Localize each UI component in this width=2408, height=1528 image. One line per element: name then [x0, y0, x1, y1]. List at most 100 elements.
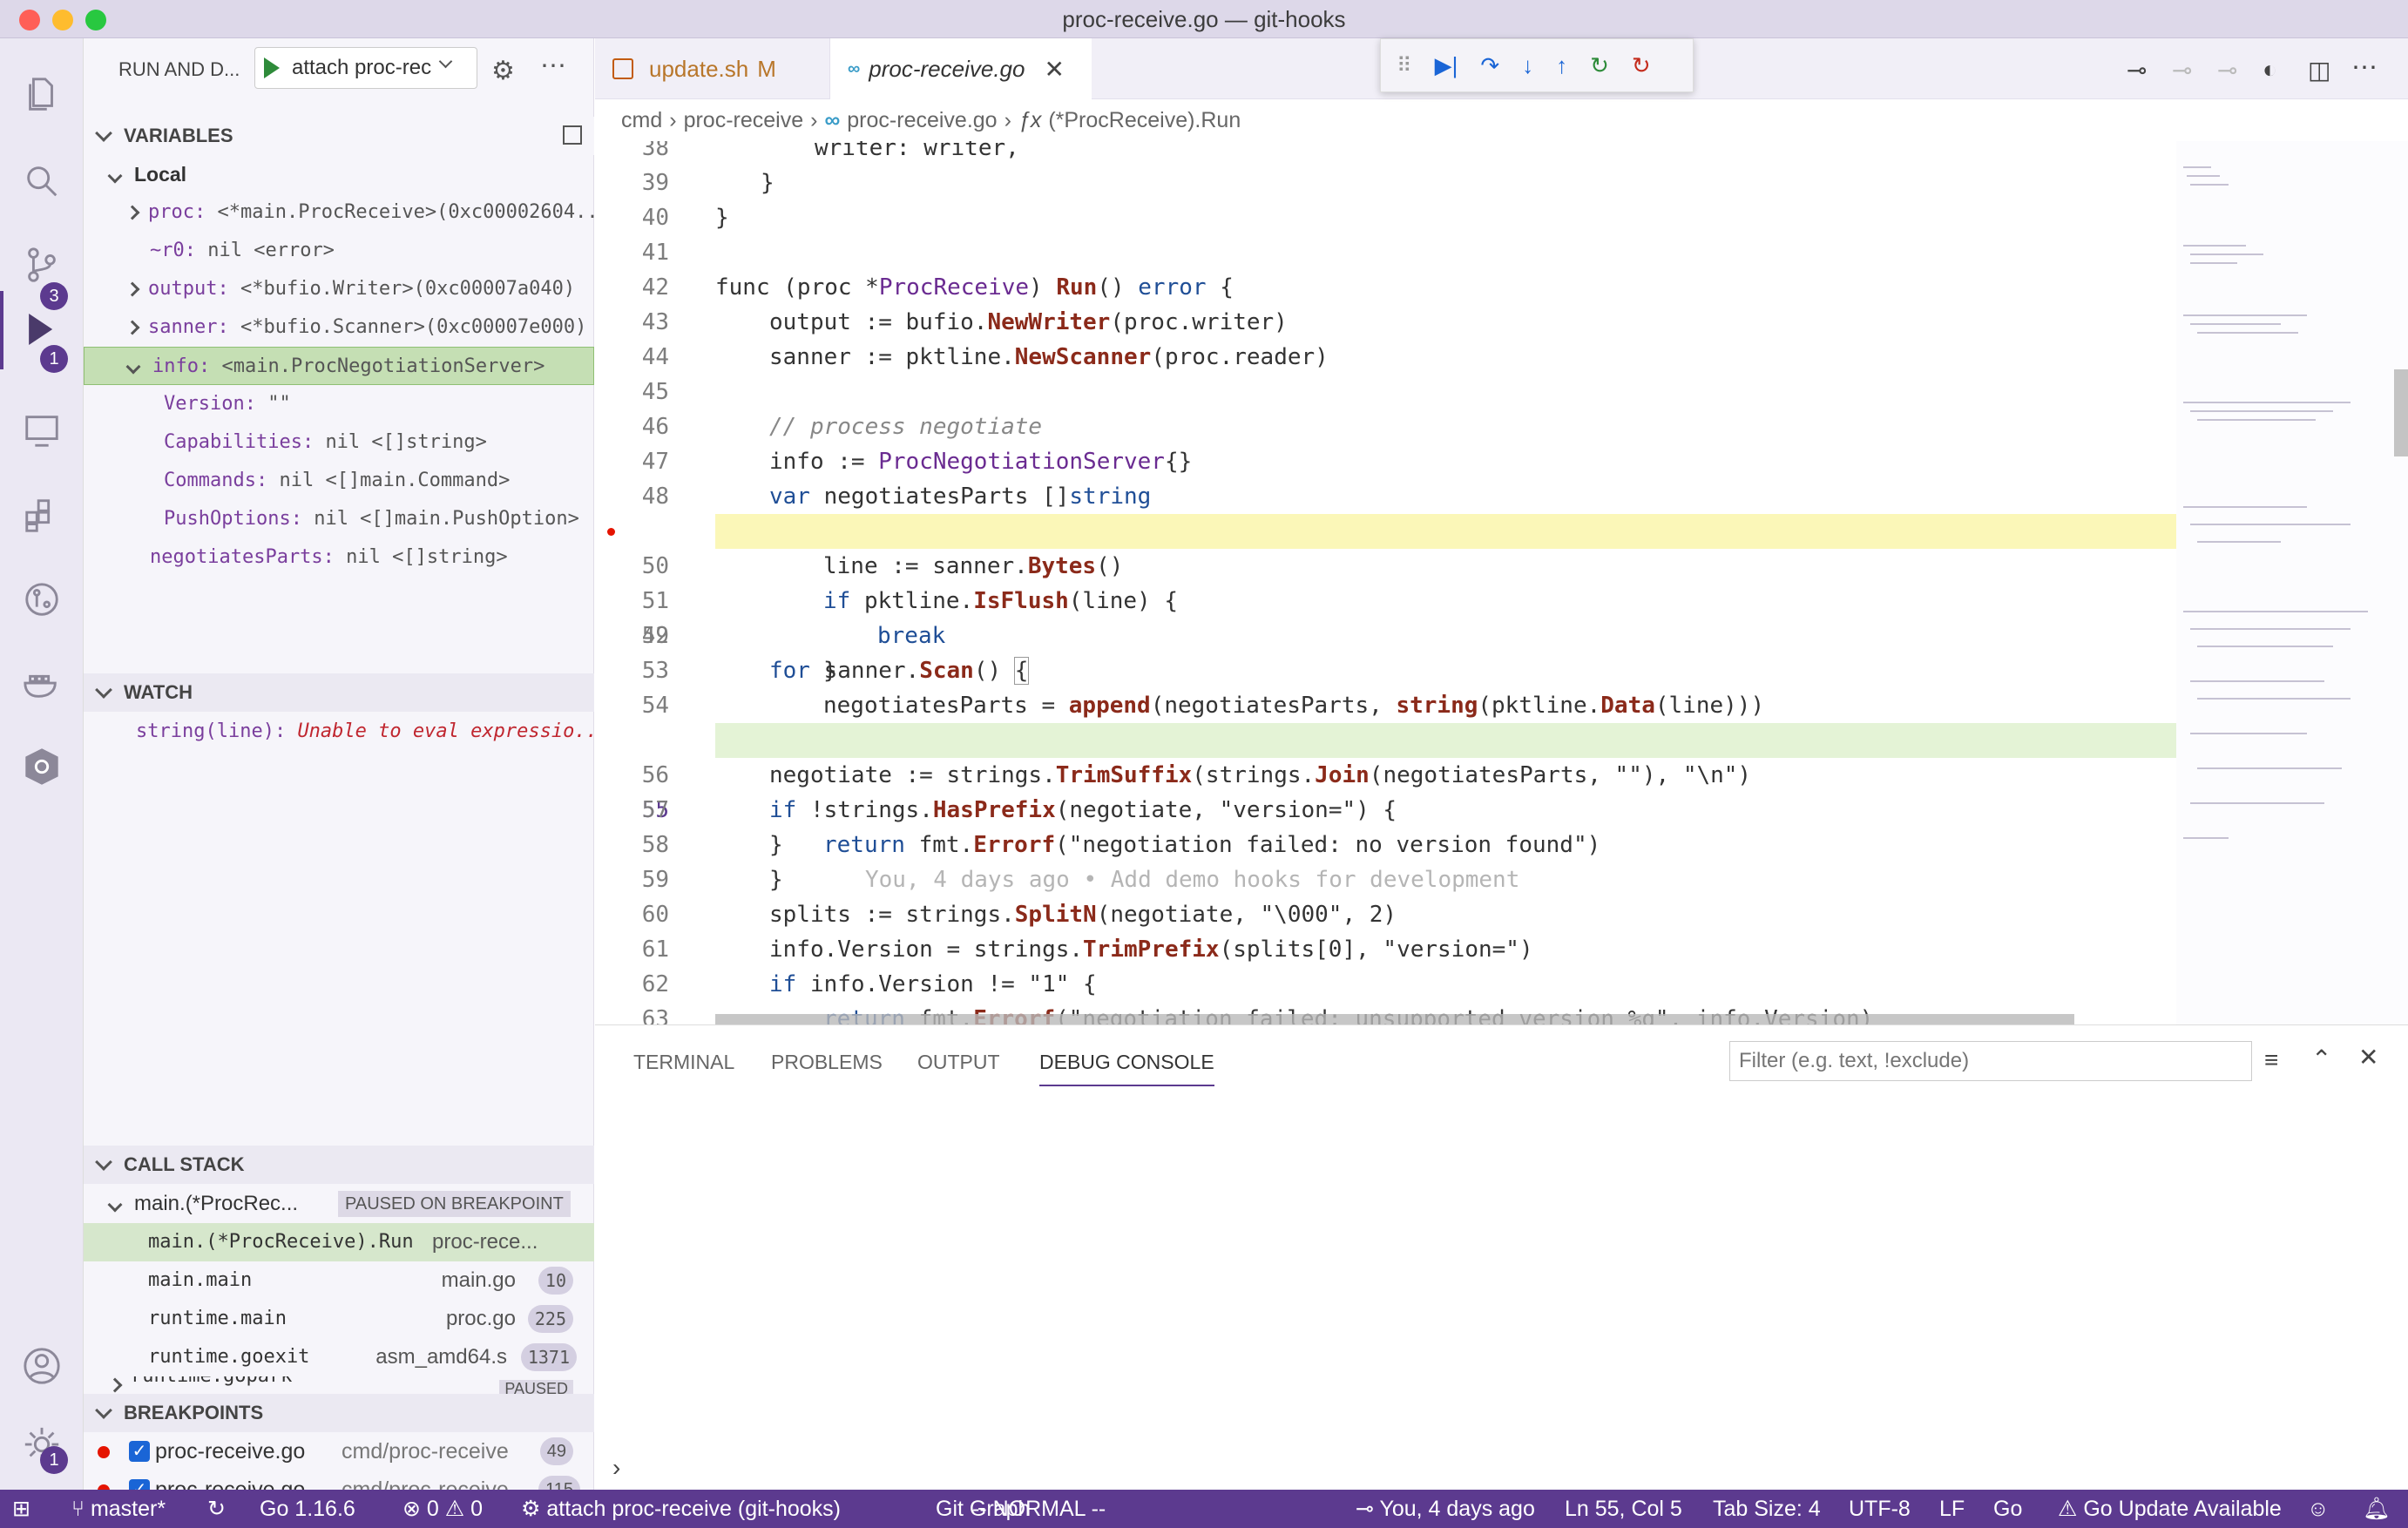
open-changes-icon[interactable]: ⊸ [2127, 56, 2147, 85]
tab-debug-console[interactable]: DEBUG CONSOLE [1039, 1038, 1214, 1086]
extensions-icon[interactable] [21, 495, 63, 537]
variable-row[interactable]: Capabilities: nil <[]string> [84, 423, 594, 462]
breakpoint-dot-icon[interactable] [607, 528, 615, 536]
debug-console-filter-input[interactable] [1729, 1041, 2252, 1081]
variable-name: Commands: [164, 470, 268, 491]
minimize-window-button[interactable] [52, 10, 73, 30]
step-out-icon[interactable]: ↑ [1556, 52, 1567, 79]
search-icon[interactable] [21, 160, 63, 202]
continue-icon[interactable]: ▶| [1435, 52, 1458, 79]
scope-local[interactable]: Local [84, 155, 594, 193]
frame-row[interactable]: runtime.goexit asm_amd64.s 1371 [84, 1338, 594, 1376]
cursor-position[interactable]: Ln 55, Col 5 [1565, 1490, 1682, 1528]
variable-row[interactable]: proc: <*main.ProcReceive>(0xc00002604... [84, 193, 594, 232]
breadcrumb-item[interactable]: proc-receive [684, 108, 804, 133]
run-debug-icon[interactable] [21, 308, 63, 350]
frame-row[interactable]: main.main main.go 10 [84, 1261, 594, 1300]
close-window-button[interactable] [19, 10, 40, 30]
breadcrumb-item[interactable]: proc-receive.go [847, 108, 997, 133]
variable-row[interactable]: negotiatesParts: nil <[]string> [84, 538, 594, 577]
close-panel-icon[interactable]: ✕ [2358, 1043, 2378, 1072]
thread-row[interactable]: main.(*ProcRec... PAUSED ON BREAKPOINT [84, 1185, 594, 1223]
step-into-icon[interactable]: ↓ [1522, 52, 1533, 79]
go-update-notice[interactable]: ⚠ Go Update Available [2058, 1490, 2282, 1528]
remote-explorer-icon[interactable] [21, 409, 63, 451]
branch-indicator[interactable]: ⑂ master* [71, 1490, 166, 1528]
kubernetes-icon[interactable] [21, 746, 63, 788]
clear-console-icon[interactable]: ≡ [2264, 1046, 2278, 1074]
line-text: info := ProcNegotiationServer{} [769, 449, 1193, 475]
sync-icon[interactable]: ↻ [207, 1490, 226, 1528]
tab-size[interactable]: Tab Size: 4 [1713, 1490, 1821, 1528]
line-ending[interactable]: LF [1939, 1490, 1965, 1528]
minimap[interactable] [2176, 141, 2408, 1024]
variable-row[interactable]: ~r0: nil <error> [84, 232, 594, 270]
explorer-icon[interactable] [21, 73, 63, 115]
split-editor-icon[interactable]: ◫ [2308, 56, 2330, 85]
next-change-icon[interactable]: ⊸ [2217, 56, 2237, 85]
variables-section-header[interactable]: VARIABLES [84, 117, 594, 155]
frame-row[interactable]: runtime.main proc.go 225 [84, 1300, 594, 1338]
frame-row-selected[interactable]: main.(*ProcReceive).Run proc-rece... [84, 1223, 594, 1261]
watch-row[interactable]: string(line): Unable to eval expressio..… [84, 713, 594, 751]
debug-session[interactable]: ⚙ attach proc-receive (git-hooks) [521, 1490, 841, 1528]
watch-section-header[interactable]: WATCH [84, 673, 594, 712]
breadcrumb-item[interactable]: (*ProcReceive).Run [1048, 108, 1241, 133]
line-text: sanner := pktline.NewScanner(proc.reader… [769, 344, 1329, 370]
close-tab-icon[interactable]: ✕ [1044, 55, 1064, 84]
account-icon[interactable] [21, 1345, 63, 1387]
toggle-blame-icon[interactable]: ◐ [2263, 56, 2277, 84]
tab-proc-receive-go[interactable]: ∞ proc-receive.go ✕ [830, 38, 1092, 99]
code-editor[interactable]: 38 writer: writer, 39} 40} 41 42 func (pro… [595, 141, 2176, 1024]
encoding[interactable]: UTF-8 [1849, 1490, 1911, 1528]
restart-icon[interactable]: ↻ [1590, 52, 1609, 79]
docker-icon[interactable] [21, 662, 63, 704]
line-number: 46 [641, 414, 669, 440]
notifications-bell-icon[interactable]: 🔔︎ [2363, 1490, 2391, 1528]
maximize-panel-icon[interactable]: ⌃ [2311, 1045, 2331, 1073]
remote-icon[interactable]: ⊞ [12, 1490, 30, 1528]
previous-change-icon[interactable]: ⊸ [2172, 56, 2192, 85]
tab-output[interactable]: OUTPUT [917, 1038, 1000, 1086]
variable-row[interactable]: Commands: nil <[]main.Command> [84, 462, 594, 500]
callstack-title: CALL STACK [124, 1153, 245, 1175]
go-version[interactable]: Go 1.16.6 [260, 1490, 355, 1528]
line-number: 57 [641, 797, 669, 823]
zoom-window-button[interactable] [85, 10, 106, 30]
start-debugging-icon[interactable] [264, 57, 280, 78]
tab-update-sh[interactable]: update.sh M [595, 38, 830, 99]
tab-problems[interactable]: PROBLEMS [771, 1038, 883, 1086]
watch-title: WATCH [124, 681, 193, 703]
language-mode[interactable]: Go [1993, 1490, 2022, 1528]
drag-handle-icon[interactable]: ⠿ [1397, 53, 1412, 78]
variable-row[interactable]: output: <*bufio.Writer>(0xc00007a040) [84, 270, 594, 308]
frame-row[interactable]: runtime.gopark PAUSED [84, 1376, 594, 1394]
line-number: 50 [641, 553, 669, 579]
tab-terminal[interactable]: TERMINAL [633, 1038, 734, 1086]
breakpoint-checkbox[interactable]: ✓ [129, 1441, 150, 1462]
step-over-icon[interactable]: ↷ [1480, 52, 1499, 79]
feedback-icon[interactable]: ☺ [2307, 1490, 2330, 1528]
variable-row[interactable]: sanner: <*bufio.Scanner>(0xc00007e000) [84, 308, 594, 347]
breakpoint-row[interactable]: ✓ proc-receive.go cmd/proc-receive 49 [84, 1432, 594, 1471]
launch-config-select[interactable]: attach proc-rec [254, 47, 477, 89]
collapse-all-icon[interactable] [563, 125, 582, 145]
git-graph-icon[interactable] [21, 578, 63, 620]
shell-file-icon [612, 58, 633, 79]
more-actions-icon[interactable]: ⋯ [2351, 52, 2378, 83]
settings-badge: 1 [40, 1446, 68, 1474]
breakpoints-section-header[interactable]: BREAKPOINTS [84, 1394, 594, 1432]
breadcrumb-item[interactable]: cmd [621, 108, 662, 133]
problems-indicator[interactable]: ⊗ 0 ⚠ 0 [402, 1490, 483, 1528]
settings-gear-icon[interactable]: ⚙ [491, 56, 515, 86]
callstack-section-header[interactable]: CALL STACK [84, 1146, 594, 1184]
variable-row[interactable]: Version: "" [84, 385, 594, 423]
horizontal-scrollbar[interactable] [715, 1014, 2074, 1024]
source-control-icon[interactable] [21, 244, 63, 286]
variable-row[interactable]: PushOptions: nil <[]main.PushOption> [84, 500, 594, 538]
disconnect-icon[interactable]: ↻ [1632, 52, 1651, 79]
variable-row-selected[interactable]: info: <main.ProcNegotiationServer> [84, 347, 594, 385]
git-blame-status[interactable]: ⊸ You, 4 days ago [1356, 1490, 1535, 1528]
more-actions-icon[interactable]: ⋯ [540, 51, 566, 81]
console-prompt-icon[interactable]: › [612, 1454, 620, 1482]
